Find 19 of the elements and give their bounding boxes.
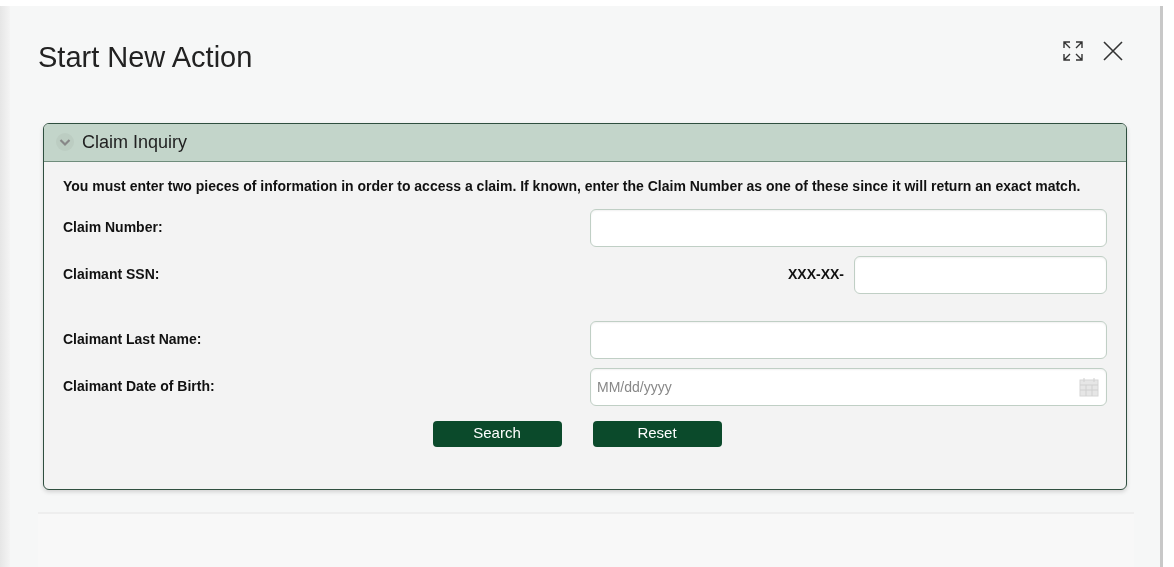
panel-title: Claim Inquiry (82, 130, 188, 154)
input-field[interactable] (590, 320, 1107, 359)
dialog-title: Start New Action (38, 40, 253, 75)
calendar-icon[interactable] (1079, 376, 1099, 397)
action-button[interactable]: Search (432, 420, 562, 447)
input-field[interactable] (590, 208, 1107, 247)
panel-header[interactable]: Claim Inquiry (44, 123, 1126, 162)
instructions-text: You must enter two pieces of information in order to access a claim. If known, enter the Claim Number as one of these since it will return an exact match. (63, 177, 1082, 195)
date-input-field[interactable]: MM/dd/yyyy (590, 367, 1107, 406)
field-label: Claimant SSN: (63, 265, 161, 285)
close-icon[interactable] (1102, 40, 1124, 62)
field-label: Claimant Last Name: (63, 330, 203, 350)
field-label: Claim Number: (63, 218, 164, 238)
field-label: Claimant Date of Birth: (63, 377, 216, 397)
action-button[interactable]: Reset (592, 420, 722, 447)
expand-icon[interactable] (1062, 40, 1084, 62)
chevron-down-icon[interactable] (56, 133, 74, 152)
ssn-input-field[interactable] (854, 255, 1107, 294)
ssn-prefix: XXX-XX- (788, 265, 844, 285)
